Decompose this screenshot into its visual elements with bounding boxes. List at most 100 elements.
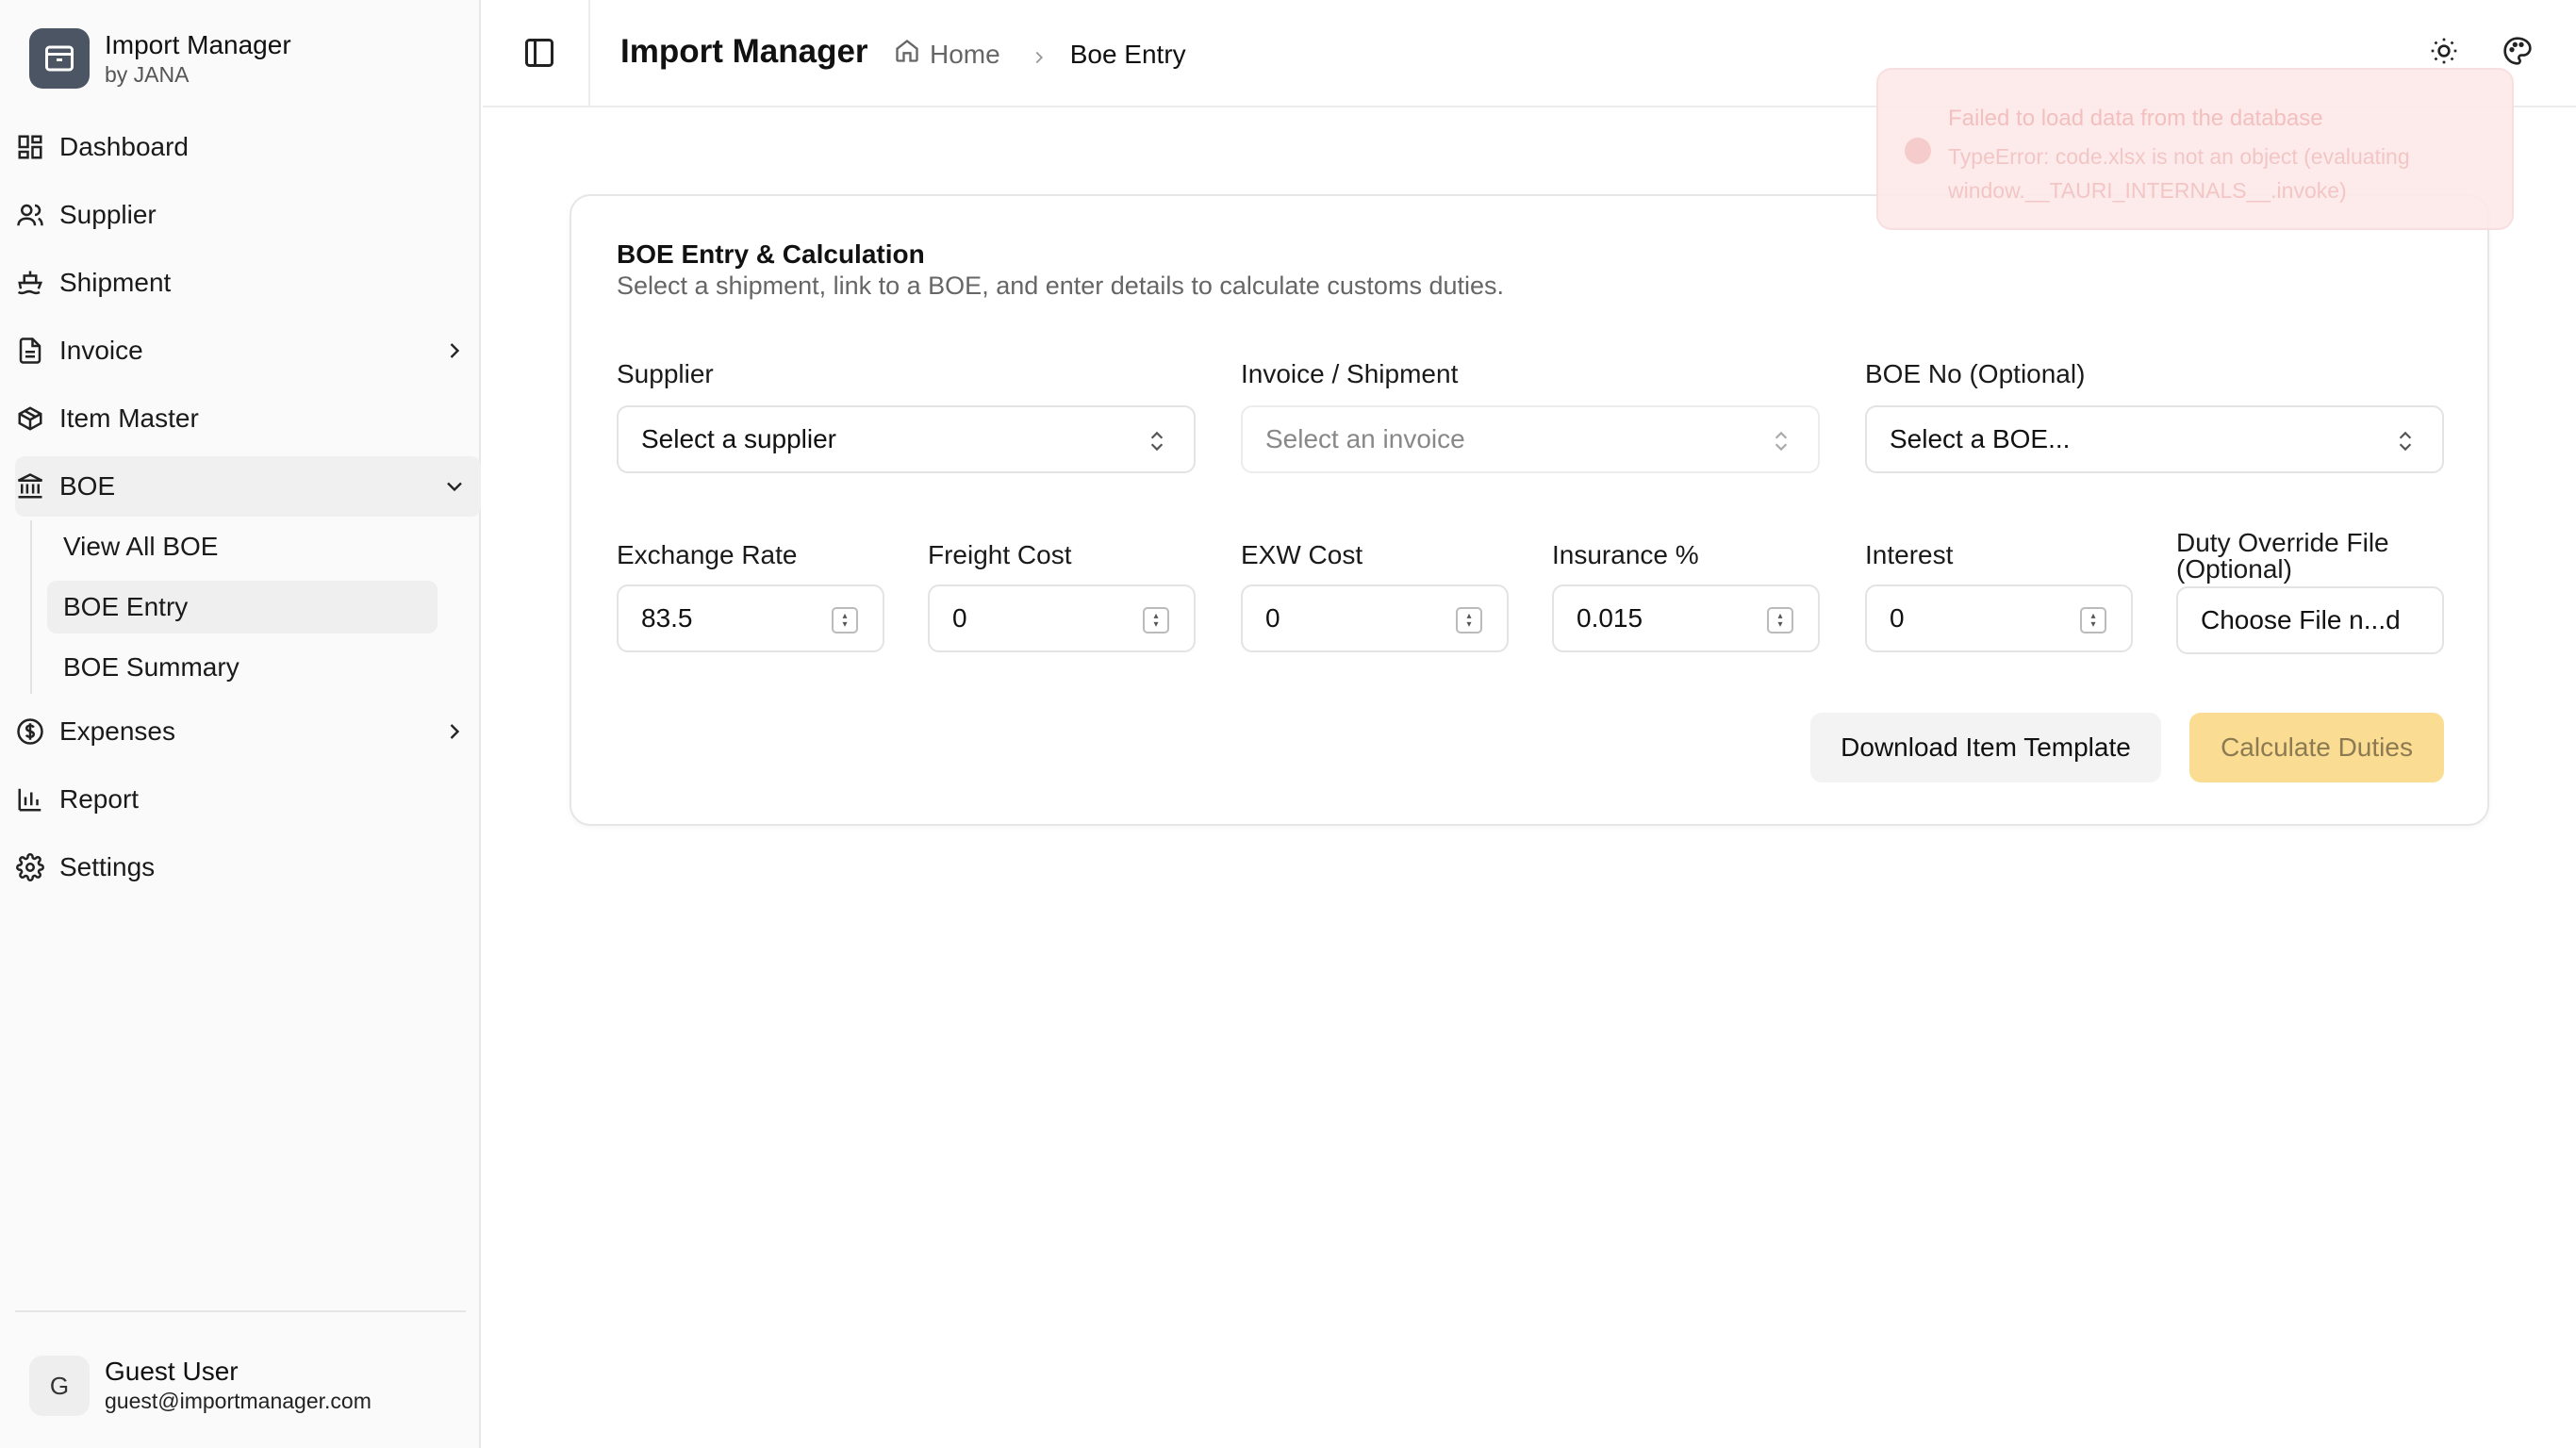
chevron-right-icon: [441, 337, 468, 364]
sidebar-item-report[interactable]: Report: [15, 769, 481, 830]
interest-value: 0: [1890, 603, 1905, 633]
duty-override-file-value: Choose File n...d: [2201, 605, 2401, 634]
chevrons-up-down-icon: [2393, 428, 2418, 454]
insurance-input[interactable]: 0.015 ▴ ▾: [1552, 584, 1820, 652]
sidebar-item-item-master[interactable]: Item Master: [15, 388, 481, 449]
boe-select-value: Select a BOE...: [1890, 424, 2071, 453]
invoice-select-value: Select an invoice: [1265, 424, 1465, 453]
breadcrumb-home[interactable]: Home: [894, 38, 1000, 71]
file-icon: [15, 336, 45, 366]
spinner-icon[interactable]: ▴ ▾: [1767, 607, 1793, 634]
page-title: Import Manager: [620, 33, 868, 70]
sidebar-item-dashboard[interactable]: Dashboard: [15, 117, 481, 177]
gear-icon: [15, 852, 45, 882]
sidebar-item-label: Shipment: [59, 268, 172, 297]
sidebar-item-supplier[interactable]: Supplier: [15, 185, 481, 245]
boe-subnav: View All BOE BOE Entry BOE Summary: [30, 520, 481, 694]
exchange-rate-label: Exchange Rate: [617, 540, 798, 569]
brand[interactable]: Import Manager by JANA: [29, 28, 291, 89]
subnav-item-boe-entry[interactable]: BOE Entry: [47, 581, 438, 634]
sidebar-item-label: Report: [59, 784, 140, 814]
sidebar-toggle-icon[interactable]: [522, 36, 556, 70]
sun-icon[interactable]: [2429, 36, 2463, 70]
exw-cost-label: EXW Cost: [1241, 540, 1363, 569]
subnav-item-view-all-boe[interactable]: View All BOE: [47, 520, 438, 573]
sidebar-item-label: BOE: [59, 471, 116, 501]
sidebar-item-shipment[interactable]: Shipment: [15, 253, 481, 313]
alert-circle-icon: [1905, 138, 1931, 164]
card-description: Select a shipment, link to a BOE, and en…: [617, 272, 1504, 300]
freight-cost-input[interactable]: 0 ▴ ▾: [928, 584, 1196, 652]
freight-cost-label: Freight Cost: [928, 540, 1072, 569]
toast-message: TypeError: code.xlsx is not an object (e…: [1948, 144, 2410, 203]
exchange-rate-value: 83.5: [641, 603, 693, 633]
insurance-label: Insurance %: [1552, 540, 1699, 569]
boe-entry-card: BOE Entry & Calculation Select a shipmen…: [570, 194, 2489, 826]
boe-no-label: BOE No (Optional): [1865, 359, 2086, 388]
card-title: BOE Entry & Calculation: [617, 239, 925, 269]
users-icon: [15, 200, 45, 230]
dashboard-icon: [15, 132, 45, 162]
error-toast[interactable]: Failed to load data from the database Ty…: [1876, 68, 2514, 230]
box-logo-icon: [29, 28, 90, 89]
sidebar-item-label: Dashboard: [59, 132, 189, 161]
breadcrumb-current: Boe Entry: [1069, 39, 1186, 69]
freight-cost-value: 0: [952, 603, 967, 633]
user-name: Guest User: [105, 1357, 239, 1386]
invoice-label: Invoice / Shipment: [1241, 359, 1459, 388]
sidebar-item-label: Settings: [59, 852, 156, 881]
home-icon: [894, 38, 920, 71]
sidebar-item-settings[interactable]: Settings: [15, 837, 481, 897]
sidebar-item-invoice[interactable]: Invoice: [15, 321, 481, 381]
sidebar-item-expenses[interactable]: Expenses: [15, 701, 481, 762]
duty-override-label-line1: Duty Override File: [2176, 528, 2389, 557]
interest-label: Interest: [1865, 540, 1954, 569]
download-template-button[interactable]: Download Item Template: [1810, 713, 2161, 782]
sidebar-item-label: Supplier: [59, 200, 157, 229]
duty-override-label-line2: (Optional): [2176, 554, 2292, 584]
spinner-icon[interactable]: ▴ ▾: [1143, 607, 1169, 634]
sidebar-item-label: Item Master: [59, 403, 199, 433]
duty-override-file-input[interactable]: Choose File n...d: [2176, 586, 2444, 654]
dollar-circle-icon: [15, 716, 45, 747]
palette-icon[interactable]: [2502, 36, 2536, 70]
interest-input[interactable]: 0 ▴ ▾: [1865, 584, 2133, 652]
spinner-icon[interactable]: ▴ ▾: [1456, 607, 1482, 634]
supplier-label: Supplier: [617, 359, 714, 388]
sidebar: Import Manager by JANA Dashboard Supplie…: [0, 0, 481, 1448]
exw-cost-input[interactable]: 0 ▴ ▾: [1241, 584, 1509, 652]
chevron-down-icon: [441, 473, 468, 500]
sidebar-nav: Dashboard Supplier Shipment Invoice Item…: [15, 117, 481, 905]
exw-cost-value: 0: [1265, 603, 1280, 633]
breadcrumb-home-label: Home: [930, 39, 1000, 69]
supplier-select[interactable]: Select a supplier: [617, 405, 1196, 473]
breadcrumb: Home Boe Entry: [894, 38, 1186, 71]
subnav-item-boe-summary[interactable]: BOE Summary: [47, 641, 438, 694]
ship-icon: [15, 268, 45, 298]
user-email: guest@importmanager.com: [105, 1389, 372, 1413]
header-divider: [588, 0, 590, 106]
duty-override-label: Duty Override File (Optional): [2176, 530, 2389, 583]
spinner-icon[interactable]: ▴ ▾: [2080, 607, 2106, 634]
user-profile[interactable]: G Guest User guest@importmanager.com: [29, 1356, 372, 1416]
spinner-icon[interactable]: ▴ ▾: [832, 607, 858, 634]
chevrons-up-down-icon: [1769, 428, 1793, 454]
sidebar-item-label: Invoice: [59, 336, 143, 365]
chevron-right-icon: [441, 718, 468, 745]
insurance-value: 0.015: [1577, 603, 1643, 633]
landmark-icon: [15, 471, 45, 502]
sidebar-item-boe[interactable]: BOE: [15, 456, 481, 517]
bar-chart-icon: [15, 784, 45, 814]
chevrons-up-down-icon: [1145, 428, 1169, 454]
boe-no-select[interactable]: Select a BOE...: [1865, 405, 2444, 473]
sidebar-item-label: Expenses: [59, 716, 175, 746]
supplier-select-value: Select a supplier: [641, 424, 837, 453]
invoice-select[interactable]: Select an invoice: [1241, 405, 1820, 473]
calculate-duties-button[interactable]: Calculate Duties: [2189, 713, 2444, 782]
package-icon: [15, 403, 45, 434]
sidebar-divider: [15, 1310, 466, 1312]
chevron-right-icon: [1029, 44, 1049, 65]
toast-title: Failed to load data from the database: [1948, 106, 2323, 131]
exchange-rate-input[interactable]: 83.5 ▴ ▾: [617, 584, 884, 652]
brand-subtitle: by JANA: [105, 62, 190, 87]
